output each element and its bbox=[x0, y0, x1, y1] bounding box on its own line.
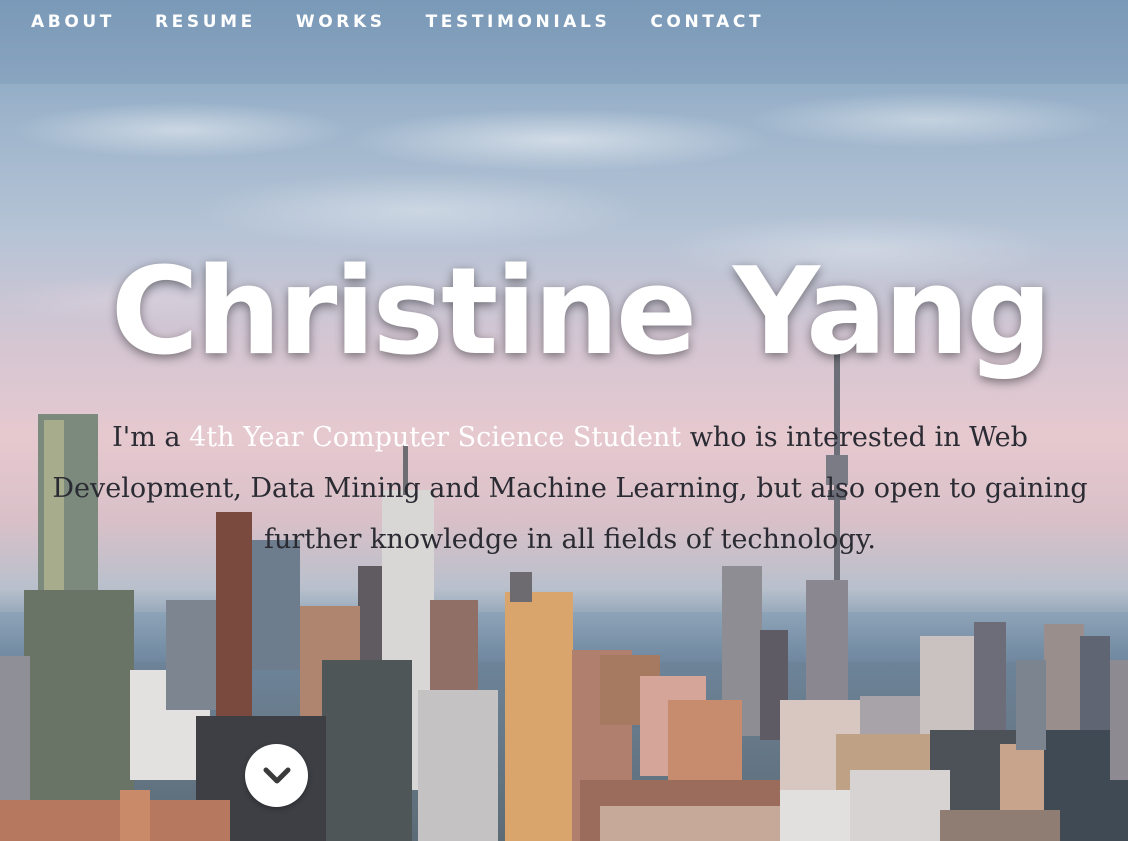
scroll-down-button[interactable] bbox=[245, 744, 308, 807]
intro-highlight: 4th Year Computer Science Student bbox=[189, 422, 682, 453]
top-navigation: ABOUT RESUME WORKS TESTIMONIALS CONTACT bbox=[0, 0, 1128, 84]
intro-prefix: I'm a bbox=[112, 422, 181, 453]
nav-link-contact[interactable]: CONTACT bbox=[650, 10, 764, 34]
hero-name-heading: Christine Yang bbox=[110, 243, 1053, 382]
nav-link-testimonials[interactable]: TESTIMONIALS bbox=[426, 10, 611, 34]
chevron-down-icon bbox=[263, 767, 291, 784]
nav-link-about[interactable]: ABOUT bbox=[31, 10, 115, 34]
hero-intro-text: I'm a 4th Year Computer Science Student … bbox=[40, 412, 1100, 565]
nav-link-works[interactable]: WORKS bbox=[296, 10, 386, 34]
nav-link-resume[interactable]: RESUME bbox=[155, 10, 256, 34]
